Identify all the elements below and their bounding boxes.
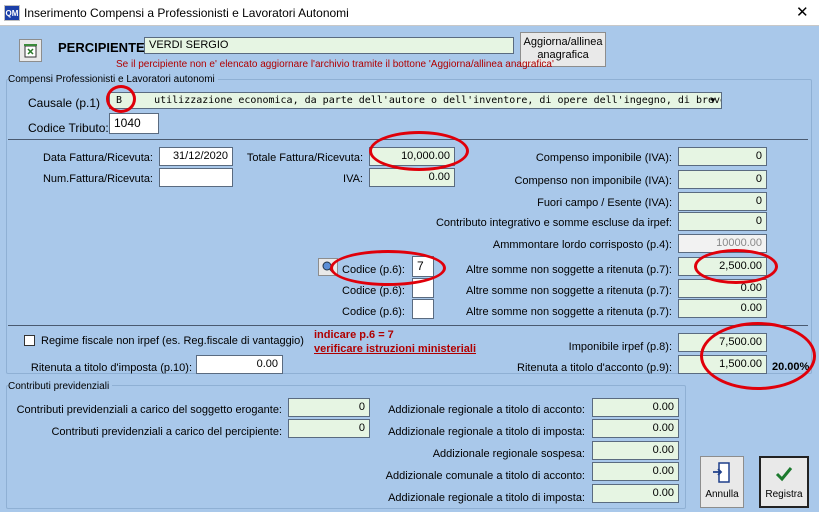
data-fattura-input[interactable]: 31/12/2020: [159, 147, 233, 166]
add-com-acconto-input[interactable]: 0.00: [592, 462, 679, 481]
annulla-button[interactable]: Annulla: [700, 456, 744, 508]
compenso-imponibile-label: Compenso imponibile (IVA):: [535, 152, 672, 164]
imponibile-highlight: [700, 322, 816, 390]
ritenuta-imposta-label: Ritenuta a titolo d'imposta (p.10):: [30, 362, 192, 374]
causale-text: utilizzazione economica, da parte dell'a…: [154, 95, 722, 106]
causale-select[interactable]: B utilizzazione economica, da parte dell…: [109, 92, 722, 109]
ammontare-lordo-label: Ammmontare lordo corrisposto (p.4):: [492, 239, 672, 251]
causale-highlight: [106, 85, 136, 113]
codice-highlight: [330, 250, 446, 286]
altre-somme-label-1: Altre somme non soggette a ritenuta (p.7…: [465, 264, 672, 276]
compenso-non-imponibile-label: Compenso non imponibile (IVA):: [514, 175, 672, 187]
compenso-imponibile-input[interactable]: 0: [678, 147, 767, 166]
percipiente-icon-button[interactable]: [19, 39, 42, 62]
chevron-down-icon[interactable]: ▼: [705, 93, 721, 108]
ritenuta-acconto-label: Ritenuta a titolo d'acconto (p.9):: [517, 362, 672, 374]
contributi-erogante-input[interactable]: 0: [288, 398, 370, 417]
codice-label-2: Codice (p.6):: [342, 285, 405, 297]
altre-somme-input-3[interactable]: 0.00: [678, 299, 767, 318]
registra-button[interactable]: Registra: [759, 456, 809, 508]
checkmark-icon: [775, 467, 793, 482]
add-reg-sospesa-label: Addizionale regionale sospesa:: [432, 448, 585, 460]
exit-door-icon: [713, 462, 730, 483]
add-reg-imposta-label: Addizionale regionale a titolo di impost…: [388, 426, 585, 438]
percipiente-note: Se il percipiente non e' elencato aggior…: [116, 59, 554, 70]
contributi-group-title: Contributi previdenziali: [8, 380, 113, 394]
contributi-percipiente-label: Contributi previdenziali a carico del pe…: [51, 426, 282, 438]
contributo-integrativo-input[interactable]: 0: [678, 212, 767, 231]
add-reg-imposta-input[interactable]: 0.00: [592, 419, 679, 438]
regime-fiscale-checkbox[interactable]: [24, 335, 35, 346]
window-title: Inserimento Compensi a Professionisti e …: [24, 6, 349, 20]
fuori-campo-input[interactable]: 0: [678, 192, 767, 211]
regime-fiscale-label: Regime fiscale non irpef (es. Reg.fiscal…: [41, 335, 304, 347]
compensi-group-title: Compensi Professionisti e Lavoratori aut…: [8, 73, 218, 87]
add-com-acconto-label: Addizionale comunale a titolo di acconto…: [385, 470, 585, 482]
num-fattura-label: Num.Fattura/Ricevuta:: [42, 173, 153, 185]
iva-label: IVA:: [343, 173, 363, 185]
causale-label: Causale (p.1): [28, 96, 101, 110]
app-icon: QM: [4, 5, 20, 21]
percipiente-label: PERCIPIENTE:: [58, 40, 150, 55]
percipiente-input[interactable]: VERDI SERGIO: [144, 37, 514, 54]
close-icon[interactable]: ✕: [796, 3, 809, 21]
add-reg-acconto-label: Addizionale regionale a titolo di accont…: [388, 404, 585, 416]
registra-label: Registra: [765, 489, 803, 500]
add-reg-imposta2-label: Addizionale regionale a titolo di impost…: [388, 492, 585, 504]
add-reg-imposta2-input[interactable]: 0.00: [592, 484, 679, 503]
ritenuta-imposta-input[interactable]: 0.00: [196, 355, 283, 374]
contributi-erogante-label: Contributi previdenziali a carico del so…: [16, 404, 282, 416]
codice-tributo-label: Codice Tributo:: [28, 121, 109, 135]
add-reg-acconto-input[interactable]: 0.00: [592, 398, 679, 417]
recycle-bin-icon: [24, 44, 37, 58]
add-reg-sospesa-input[interactable]: 0.00: [592, 441, 679, 460]
totale-fattura-label: Totale Fattura/Ricevuta:: [246, 152, 363, 164]
altre-somme-label-3: Altre somme non soggette a ritenuta (p.7…: [465, 306, 672, 318]
contributi-percipiente-input[interactable]: 0: [288, 419, 370, 438]
altre-somme-highlight: [694, 249, 778, 284]
regime-note-2[interactable]: verificare istruzioni ministeriali: [314, 342, 476, 356]
annulla-label: Annulla: [705, 489, 739, 500]
codice-tributo-input[interactable]: 1040: [109, 113, 159, 134]
divider-2: [8, 325, 808, 326]
contributo-integrativo-label: Contributo integrativo e somme escluse d…: [435, 217, 672, 229]
regime-note-1: indicare p.6 = 7: [314, 329, 394, 341]
compenso-non-imponibile-input[interactable]: 0: [678, 170, 767, 189]
codice-label-3: Codice (p.6):: [342, 306, 405, 318]
data-fattura-label: Data Fattura/Ricevuta:: [42, 152, 153, 164]
altre-somme-label-2: Altre somme non soggette a ritenuta (p.7…: [465, 285, 672, 297]
num-fattura-input[interactable]: [159, 168, 233, 187]
imponibile-irpef-label: Imponibile irpef (p.8):: [568, 341, 672, 353]
codice-input-3[interactable]: [412, 299, 434, 319]
fuori-campo-label: Fuori campo / Esente (IVA):: [537, 197, 672, 209]
